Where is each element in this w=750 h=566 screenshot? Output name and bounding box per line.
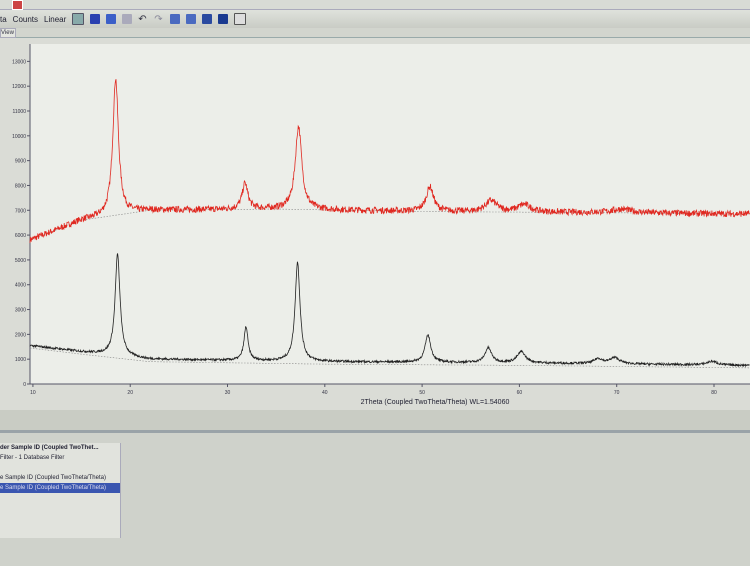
xrd-plot: 0 1000 2000 3000 4000 5000 6000 7000 8000 9000 100… <box>12 44 750 406</box>
redo-icon[interactable]: ↷ <box>154 14 164 25</box>
chart-panel: 0 1000 2000 3000 4000 5000 6000 7000 8000 9000 100… <box>0 38 750 410</box>
zoom-icon[interactable] <box>72 13 85 25</box>
y-tick-label: 1000 <box>15 357 26 363</box>
cursor3-icon[interactable] <box>202 14 213 24</box>
y-tick-label: 4000 <box>15 283 26 289</box>
tab-view[interactable]: View <box>0 28 16 38</box>
y-tick-label: 9000 <box>15 159 26 165</box>
y-tick-label: 7000 <box>15 208 26 214</box>
list-item-selected[interactable]: e Sample ID (Coupled TwoTheta/Theta) <box>0 483 120 493</box>
down-icon[interactable] <box>122 14 133 24</box>
y-tick-label: 0 <box>23 382 26 388</box>
copy-icon[interactable] <box>234 13 247 25</box>
list-item[interactable]: der Sample ID (Coupled TwoThet... <box>0 443 120 453</box>
list-item[interactable]: Filter - 1 Database Filter <box>0 453 120 463</box>
tab-strip <box>0 28 750 38</box>
y-tick-label: 11000 <box>12 109 26 115</box>
y-tick-label: 3000 <box>15 308 26 314</box>
x-tick-label: 80 <box>711 390 717 396</box>
y-tick-label: 12000 <box>12 84 26 90</box>
y-tick-label: 6000 <box>15 233 26 239</box>
y-tick-label: 10000 <box>12 134 26 140</box>
y-tick-label: 2000 <box>15 332 26 338</box>
x-axis-label: 2Theta (Coupled TwoTheta/Theta) WL=1.540… <box>361 399 510 406</box>
lower-panel: der Sample ID (Coupled TwoThet... Filter… <box>0 430 750 566</box>
scan-list: der Sample ID (Coupled TwoThet... Filter… <box>0 443 121 538</box>
x-tick-label: 30 <box>225 390 231 396</box>
x-tick-label: 60 <box>517 390 523 396</box>
up-icon[interactable] <box>106 14 117 24</box>
cursor1-icon[interactable] <box>170 14 181 24</box>
linear-dropdown[interactable]: Linear <box>44 15 66 24</box>
x-tick-label: 40 <box>322 390 328 396</box>
undo-icon[interactable]: ↶ <box>138 14 148 25</box>
app-icon <box>12 0 23 10</box>
toolbar: ta Counts Linear ↶ ↷ <box>0 10 750 28</box>
fit-icon[interactable] <box>90 14 101 24</box>
display-dropdown[interactable]: ta <box>0 15 7 24</box>
list-item[interactable] <box>0 463 120 473</box>
y-tick-label: 13000 <box>12 59 26 65</box>
title-bar <box>0 0 750 10</box>
y-tick-label: 5000 <box>15 258 26 264</box>
cursor4-icon[interactable] <box>218 14 229 24</box>
list-item[interactable]: e Sample ID (Coupled TwoTheta/Theta) <box>0 473 120 483</box>
x-tick-label: 10 <box>30 390 36 396</box>
x-tick-label: 70 <box>614 390 620 396</box>
x-tick-label: 50 <box>419 390 425 396</box>
counts-dropdown[interactable]: Counts <box>13 15 38 24</box>
y-tick-label: 8000 <box>15 183 26 189</box>
cursor2-icon[interactable] <box>186 14 197 24</box>
x-tick-label: 20 <box>127 390 133 396</box>
